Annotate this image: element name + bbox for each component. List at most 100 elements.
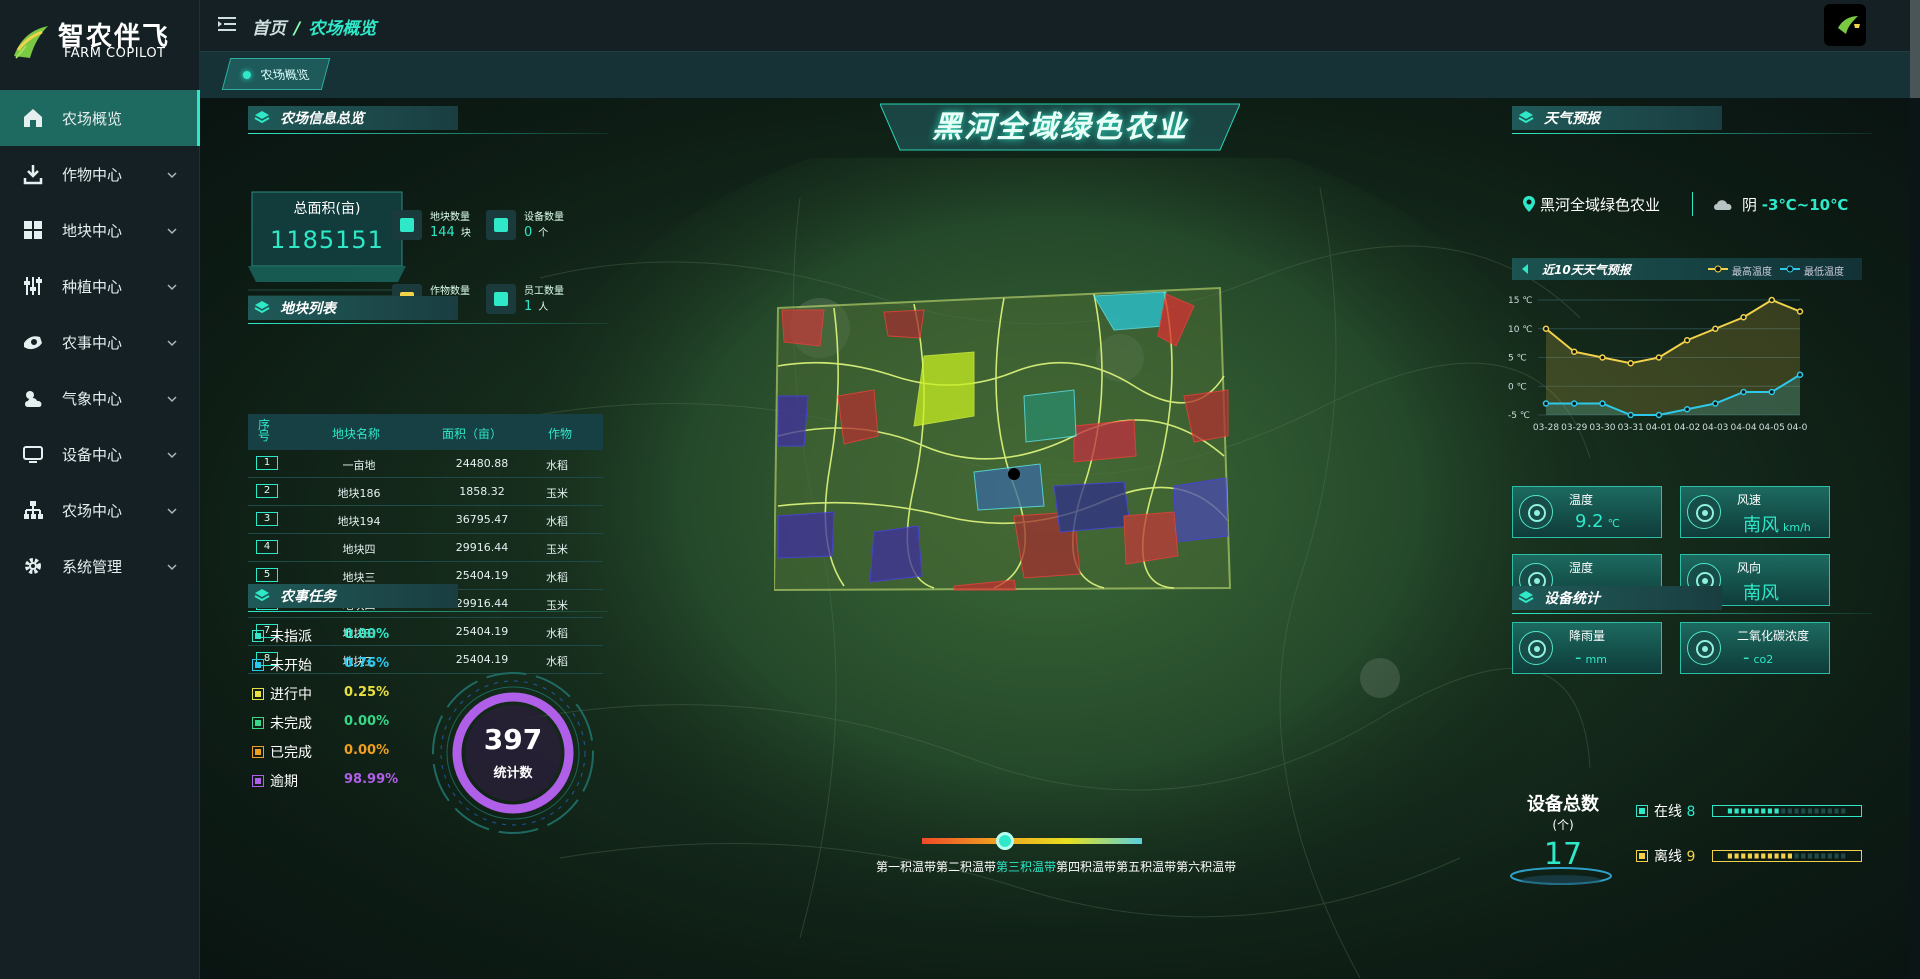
y-tick-label: 15 ℃ xyxy=(1508,296,1532,306)
y-tick-label: -5 ℃ xyxy=(1508,411,1530,421)
download-icon xyxy=(22,163,44,185)
sidebar-item-label: 农场概览 xyxy=(62,109,123,128)
weather-card-co2: 二氧化碳浓度 - co2 xyxy=(1680,622,1830,674)
task-label: 逾期 xyxy=(270,774,298,790)
progress-segment xyxy=(1747,853,1752,859)
row-index: 1 xyxy=(256,456,278,470)
sidebar-item-label: 地块中心 xyxy=(62,221,123,240)
table-row[interactable]: 4 地块四 29916.44 玉米 xyxy=(248,534,603,562)
sidebar-item-4[interactable]: 农事中心 xyxy=(0,314,200,370)
progress-segment xyxy=(1801,808,1806,814)
stat-value: 144 xyxy=(430,225,455,240)
panel-title: 农事任务 xyxy=(280,589,336,605)
x-tick-label: 03-29 xyxy=(1561,423,1587,433)
breadcrumb-separator: / xyxy=(294,19,301,39)
stat-value-wrap: 144 块 xyxy=(430,224,471,240)
sidebar-item-8[interactable]: 系统管理 xyxy=(0,538,200,594)
progress-segment xyxy=(1781,853,1786,859)
table-row[interactable]: 2 地块186 1858.32 玉米 xyxy=(248,478,603,506)
device-online-row: 在线 8 xyxy=(1636,801,1866,821)
task-marker-icon xyxy=(252,659,264,671)
plot-area: 1858.32 xyxy=(459,485,505,498)
row-index: 2 xyxy=(256,484,278,498)
temperature-band-2[interactable]: 第二积温带 xyxy=(936,860,996,874)
sidebar-item-6[interactable]: 设备中心 xyxy=(0,426,200,482)
table-row[interactable]: 3 地块194 36795.47 水稻 xyxy=(248,506,603,534)
progress-segment xyxy=(1761,853,1766,859)
temperature-band-slider-knob[interactable] xyxy=(996,832,1014,850)
data-point xyxy=(1712,400,1719,407)
hand-icon xyxy=(22,331,44,353)
progress-segment xyxy=(1734,853,1739,859)
sidebar-item-7[interactable]: 农场中心 xyxy=(0,482,200,538)
temperature-band-6[interactable]: 第六积温带 xyxy=(1176,860,1236,874)
total-area-value: 1185151 xyxy=(270,226,384,254)
temperature-band-3[interactable]: 第三积温带 xyxy=(996,860,1056,874)
plot-area: 25404.19 xyxy=(455,625,509,638)
x-tick-label: 04-03 xyxy=(1702,423,1728,433)
task-label: 未指派 xyxy=(270,629,312,645)
table-row[interactable]: 1 一亩地 24480.88 水稻 xyxy=(248,450,603,478)
stat-label: 设备数量 xyxy=(524,212,564,223)
menu-toggle-icon[interactable] xyxy=(218,16,236,32)
data-point xyxy=(1740,314,1747,321)
weather-card-wind: 风速 南风 km/h xyxy=(1680,486,1830,538)
chevron-down-icon xyxy=(166,559,178,571)
progress-segment xyxy=(1787,853,1792,859)
progress-segment xyxy=(1827,853,1832,859)
progress-segment xyxy=(1794,853,1799,859)
sidebar-item-5[interactable]: 气象中心 xyxy=(0,370,200,426)
task-percent: 0.76% xyxy=(344,656,390,671)
breadcrumb-home[interactable]: 首页 xyxy=(252,19,286,39)
weather-card-value-wrap: - co2 xyxy=(1743,647,1773,668)
data-point xyxy=(1796,308,1804,315)
weather-temp-range: -3℃~10℃ xyxy=(1761,196,1849,214)
plot-map[interactable] xyxy=(774,286,1350,626)
sidebar-item-0[interactable]: 农场概览 xyxy=(0,90,200,146)
farm-info-title: 农场信息总览 xyxy=(248,102,608,134)
sidebar-item-label: 气象中心 xyxy=(62,389,123,408)
task-item: 未指派 0.00% xyxy=(252,626,432,648)
panel-title: 天气预报 xyxy=(1544,111,1600,127)
plot-name: 地块194 xyxy=(337,515,381,528)
sidebar-item-2[interactable]: 地块中心 xyxy=(0,202,200,258)
sidebar-item-label: 系统管理 xyxy=(62,557,123,576)
weather-card-value: 9.2 xyxy=(1575,511,1604,532)
plot-area: 29916.44 xyxy=(455,541,509,554)
temperature-band-5[interactable]: 第五积温带 xyxy=(1116,860,1176,874)
user-avatar[interactable] xyxy=(1824,4,1866,46)
sidebar-item-3[interactable]: 种植中心 xyxy=(0,258,200,314)
task-label: 进行中 xyxy=(270,687,312,703)
y-tick-label: 0 ℃ xyxy=(1508,382,1527,392)
task-total: 397 xyxy=(483,723,543,756)
blocks-icon xyxy=(22,219,44,241)
temperature-band-4[interactable]: 第四积温带 xyxy=(1056,860,1116,874)
tab-farm-overview[interactable]: 农场概览 xyxy=(221,58,331,90)
plot-list-title: 地块列表 xyxy=(248,292,608,324)
offline-count: 9 xyxy=(1686,849,1696,865)
weather-card-value-wrap: - mm xyxy=(1575,647,1607,668)
weather-card-label: 风速 xyxy=(1737,493,1762,507)
table-header: 序号 地块名称 面积（亩） 作物 xyxy=(248,414,603,450)
x-tick-label: 04-02 xyxy=(1674,423,1700,433)
progress-segment xyxy=(1834,853,1839,859)
progress-segment xyxy=(1741,853,1746,859)
cloudy-icon xyxy=(1714,200,1732,210)
device-offline-row: 离线 9 xyxy=(1636,846,1866,866)
temperature-band-1[interactable]: 第一积温带 xyxy=(876,860,936,874)
brand-logo[interactable]: 智农伴飞 FARM COPILOT xyxy=(6,14,196,70)
col-index: 序号 xyxy=(258,418,271,443)
progress-segment xyxy=(1727,853,1732,859)
page-scrollbar[interactable] xyxy=(1910,0,1920,98)
col-area: 面积（亩） xyxy=(442,427,503,441)
plot-name: 地块186 xyxy=(337,487,381,500)
task-marker-icon xyxy=(252,630,264,642)
data-point xyxy=(1768,296,1776,304)
progress-segment xyxy=(1814,853,1819,859)
weather-icon xyxy=(22,387,44,409)
sidebar-item-1[interactable]: 作物中心 xyxy=(0,146,200,202)
progress-segment xyxy=(1767,808,1772,814)
legend-high-marker xyxy=(1708,265,1728,273)
layers-icon xyxy=(1518,591,1534,604)
task-percent: 0.00% xyxy=(344,627,390,642)
